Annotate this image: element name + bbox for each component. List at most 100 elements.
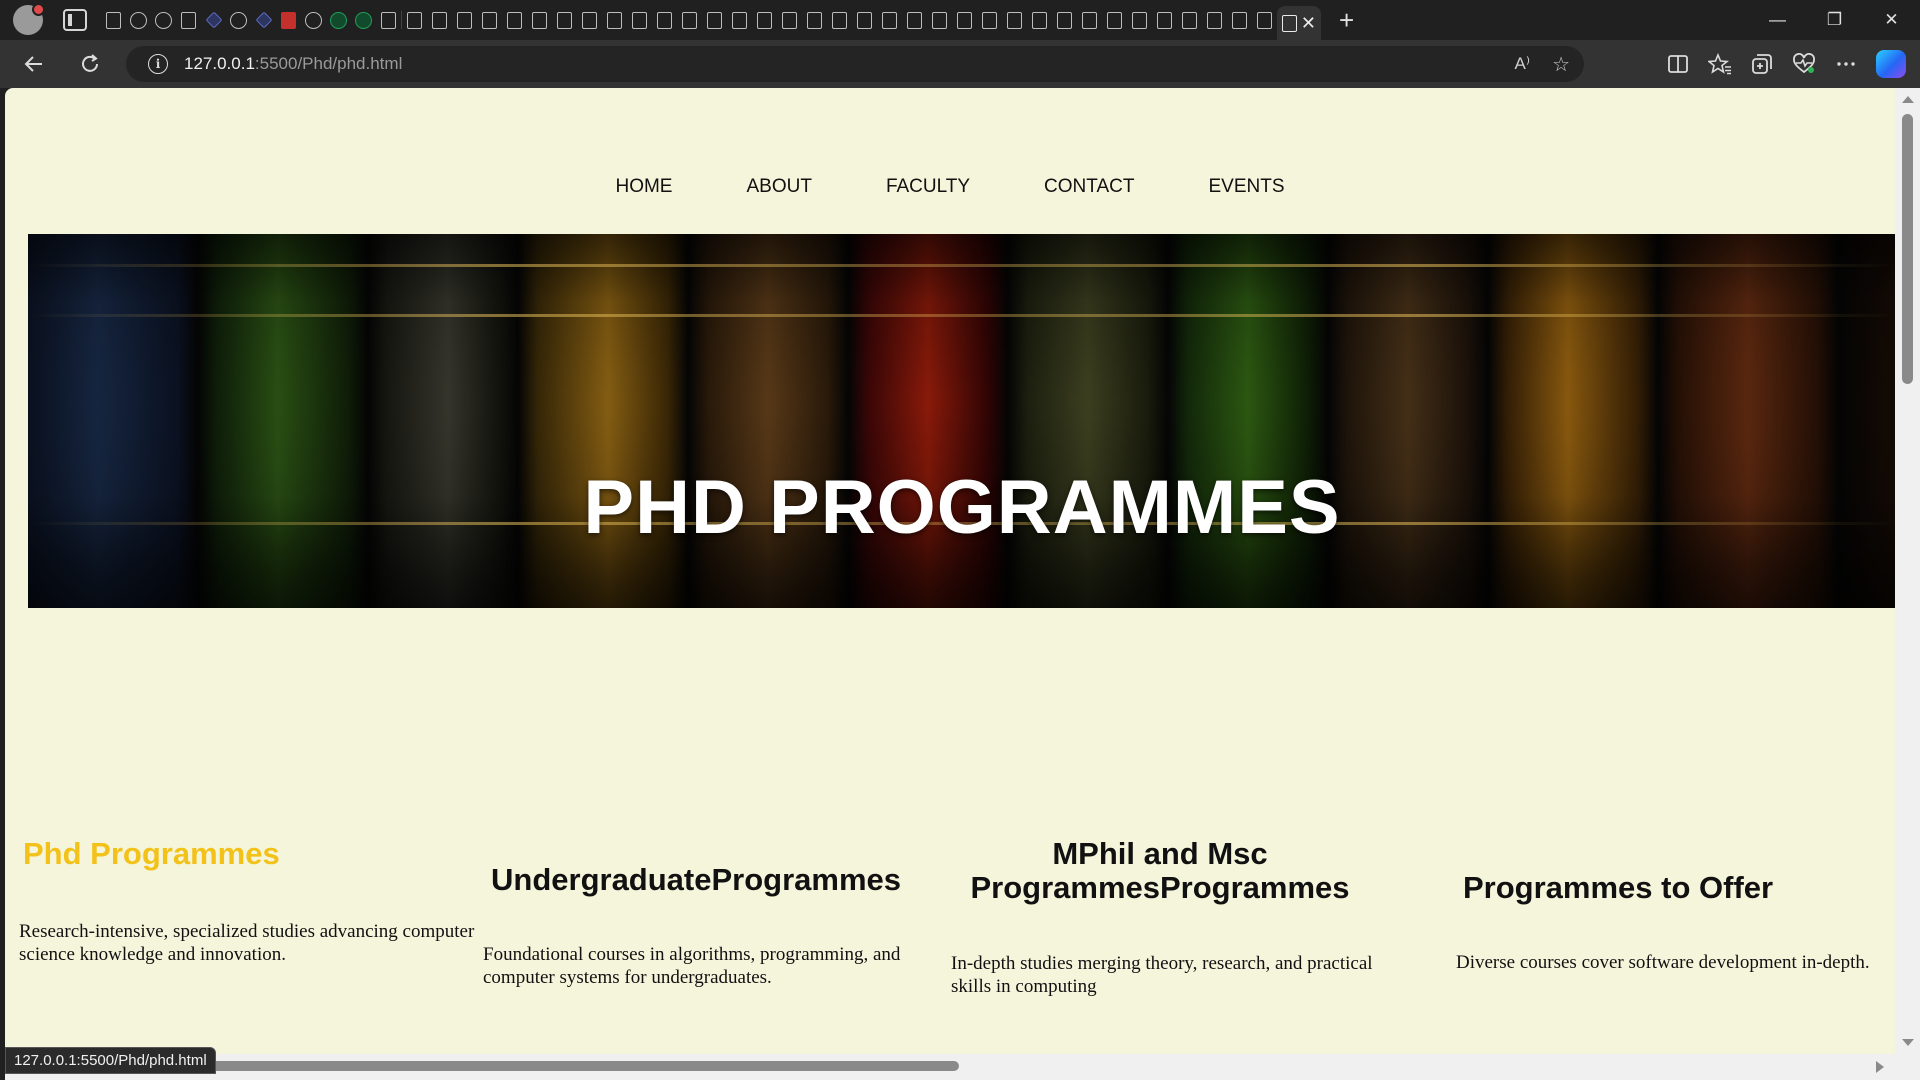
tab[interactable]: [1252, 6, 1277, 34]
gemini-icon: [255, 11, 272, 29]
page-icon: [106, 11, 121, 29]
tab[interactable]: [151, 6, 176, 34]
tab[interactable]: [652, 6, 677, 34]
tab[interactable]: [1202, 6, 1227, 34]
page-icon: [1007, 11, 1022, 29]
tab[interactable]: [201, 6, 226, 34]
page-icon: [907, 11, 922, 29]
scroll-up-arrow-icon[interactable]: [1902, 96, 1914, 103]
tab[interactable]: [226, 6, 251, 34]
card-heading: Phd Programmes: [23, 836, 280, 871]
card-text: Research-intensive, specialized studies …: [19, 921, 475, 965]
profile-avatar[interactable]: [13, 3, 45, 35]
active-tab[interactable]: ✕: [1277, 6, 1321, 40]
info-icon[interactable]: i: [148, 54, 168, 74]
tab[interactable]: [877, 6, 902, 34]
new-tab-button[interactable]: +: [1339, 7, 1354, 33]
page-icon: [807, 11, 822, 29]
tab[interactable]: [502, 6, 527, 34]
tab[interactable]: [727, 6, 752, 34]
status-bar-url: 127.0.0.1:5500/Phd/phd.html: [5, 1047, 216, 1074]
window-controls: — ❐ ✕: [1749, 0, 1920, 40]
url-text[interactable]: 127.0.0.1:5500/Phd/phd.html: [184, 54, 402, 74]
window-close-button[interactable]: ✕: [1863, 0, 1920, 40]
tab[interactable]: [527, 6, 552, 34]
tab-actions-icon[interactable]: [63, 9, 87, 31]
page-icon: [1232, 11, 1247, 29]
page-icon: [407, 11, 422, 29]
tab[interactable]: [977, 6, 1002, 34]
tab[interactable]: [702, 6, 727, 34]
tab[interactable]: [126, 6, 151, 34]
tab[interactable]: [301, 6, 326, 34]
tab[interactable]: [827, 6, 852, 34]
minimize-button[interactable]: —: [1749, 0, 1806, 40]
horizontal-scroll-thumb[interactable]: [165, 1061, 959, 1071]
tab[interactable]: [1077, 6, 1102, 34]
tab[interactable]: [427, 6, 452, 34]
tab[interactable]: [552, 6, 577, 34]
tab[interactable]: [1127, 6, 1152, 34]
tab[interactable]: [1002, 6, 1027, 34]
address-bar[interactable]: i 127.0.0.1:5500/Phd/phd.html A⁾ ☆: [126, 46, 1584, 82]
collections-icon[interactable]: [1751, 53, 1773, 75]
tab[interactable]: [101, 6, 126, 34]
url-path: :5500/Phd/phd.html: [254, 54, 403, 73]
tab[interactable]: [251, 6, 276, 34]
page-icon: [482, 11, 497, 29]
tab[interactable]: [376, 6, 401, 34]
tab[interactable]: [752, 6, 777, 34]
tab[interactable]: [627, 6, 652, 34]
favorites-icon[interactable]: [1708, 53, 1732, 75]
tab[interactable]: [927, 6, 952, 34]
tab[interactable]: [802, 6, 827, 34]
page-icon: [1182, 11, 1197, 29]
tab[interactable]: [677, 6, 702, 34]
back-arrow-icon[interactable]: [16, 46, 52, 82]
more-icon[interactable]: [1835, 53, 1857, 75]
page-viewport: HOME ABOUT FACULTY CONTACT EVENTS PHD PR…: [5, 88, 1920, 1080]
tab[interactable]: [1027, 6, 1052, 34]
tab[interactable]: [1102, 6, 1127, 34]
browser-essentials-icon[interactable]: [1792, 53, 1816, 75]
tab[interactable]: [326, 6, 351, 34]
page-icon: [607, 11, 622, 29]
tab[interactable]: [1177, 6, 1202, 34]
copilot-icon[interactable]: [1876, 50, 1906, 78]
tab[interactable]: [852, 6, 877, 34]
tab[interactable]: [452, 6, 477, 34]
url-host: 127.0.0.1: [184, 54, 255, 73]
card-heading: UndergraduateProgrammes: [491, 862, 902, 897]
split-screen-icon[interactable]: [1667, 53, 1689, 75]
tab-close-icon[interactable]: ✕: [1301, 14, 1316, 32]
tab[interactable]: [577, 6, 602, 34]
page-icon: [832, 11, 847, 29]
tab[interactable]: [902, 6, 927, 34]
page-icon: [682, 11, 697, 29]
refresh-icon[interactable]: [72, 46, 108, 82]
page-icon: [932, 11, 947, 29]
tab[interactable]: [351, 6, 376, 34]
github-icon: [130, 11, 147, 29]
tab[interactable]: [477, 6, 502, 34]
vertical-scroll-thumb[interactable]: [1902, 114, 1913, 384]
page-icon: [657, 11, 672, 29]
horizontal-scrollbar[interactable]: [5, 1054, 1920, 1080]
tab[interactable]: [276, 6, 301, 34]
tab[interactable]: [777, 6, 802, 34]
star-icon[interactable]: ☆: [1552, 52, 1570, 77]
tab[interactable]: [176, 6, 201, 34]
tab[interactable]: [1052, 6, 1077, 34]
tab[interactable]: [952, 6, 977, 34]
tab[interactable]: [1227, 6, 1252, 34]
tab[interactable]: [602, 6, 627, 34]
scroll-right-arrow-icon[interactable]: [1876, 1061, 1884, 1073]
read-aloud-icon[interactable]: A⁾: [1515, 54, 1531, 74]
restore-button[interactable]: ❐: [1806, 0, 1863, 40]
scroll-down-arrow-icon[interactable]: [1902, 1039, 1914, 1046]
page-icon: [1032, 11, 1047, 29]
card-heading: Programmes to Offer: [1463, 870, 1774, 905]
tab[interactable]: [1152, 6, 1177, 34]
tab[interactable]: [402, 6, 427, 34]
vertical-scrollbar[interactable]: [1895, 88, 1920, 1054]
